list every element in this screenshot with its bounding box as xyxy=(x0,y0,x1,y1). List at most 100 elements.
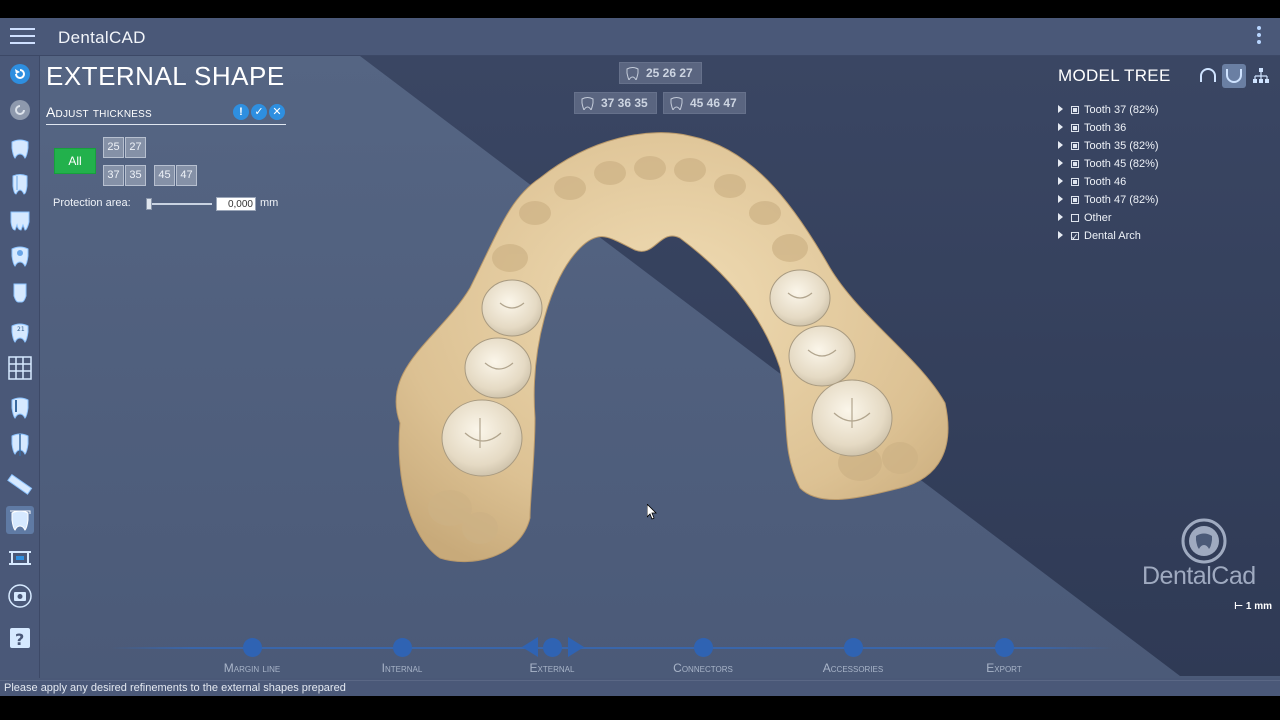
expand-arrow-icon[interactable] xyxy=(1058,159,1063,167)
external-shape-tool-icon[interactable] xyxy=(6,506,34,534)
workflow-track xyxy=(112,647,1112,649)
tooth-library-icon[interactable]: 21 xyxy=(6,318,34,346)
inlay-tool-icon[interactable] xyxy=(6,242,34,270)
protection-area-unit: mm xyxy=(260,197,279,209)
info-icon[interactable]: ! xyxy=(233,104,249,120)
tree-item-label: Tooth 36 xyxy=(1084,122,1127,134)
workflow-step-label[interactable]: Accessories xyxy=(783,661,923,675)
bottom-letterbox xyxy=(0,696,1280,720)
visibility-checkbox[interactable] xyxy=(1071,160,1079,168)
section-tool-icon[interactable] xyxy=(6,430,34,458)
confirm-icon[interactable]: ✓ xyxy=(251,104,267,120)
tree-item[interactable]: Tooth 46 xyxy=(1058,174,1126,190)
tree-item[interactable]: Dental Arch xyxy=(1058,228,1141,245)
screenshot-icon[interactable] xyxy=(6,582,34,610)
crown-tool-icon[interactable] xyxy=(6,134,34,162)
lower-jaw-view-icon[interactable] xyxy=(1222,64,1246,88)
dental-arch-model[interactable] xyxy=(360,118,960,588)
tooth-button-37[interactable]: 37 xyxy=(103,165,124,186)
undo-icon[interactable] xyxy=(6,60,34,88)
workflow-step-dot[interactable] xyxy=(694,638,713,657)
grid-icon[interactable] xyxy=(6,354,34,382)
coping-tool-icon[interactable] xyxy=(6,170,34,198)
tree-item[interactable]: Tooth 45 (82%) xyxy=(1058,156,1159,172)
visibility-checkbox[interactable] xyxy=(1071,124,1079,132)
protection-area-label: Protection area: xyxy=(53,197,131,209)
svg-text:21: 21 xyxy=(17,326,25,333)
tree-item-label: Tooth 37 (82%) xyxy=(1084,104,1159,116)
expand-arrow-icon[interactable] xyxy=(1058,141,1063,149)
tooth-button-47[interactable]: 47 xyxy=(176,165,197,186)
chip-label: 37 36 35 xyxy=(601,96,648,110)
tree-item-label: Tooth 46 xyxy=(1084,176,1127,188)
menu-icon[interactable] xyxy=(10,28,35,46)
upper-jaw-view-icon[interactable] xyxy=(1196,64,1220,88)
visibility-checkbox[interactable] xyxy=(1071,229,1079,245)
expand-arrow-icon[interactable] xyxy=(1058,105,1063,113)
redo-icon[interactable] xyxy=(6,96,34,124)
status-bar: Please apply any desired refinements to … xyxy=(0,680,1280,696)
visibility-checkbox[interactable] xyxy=(1071,214,1079,222)
visibility-checkbox[interactable] xyxy=(1071,106,1079,114)
chip-lower-right-group[interactable]: 45 46 47 xyxy=(663,92,746,114)
workflow-step-label[interactable]: Connectors xyxy=(633,661,773,675)
protection-area-slider[interactable] xyxy=(146,198,212,210)
top-letterbox xyxy=(0,0,1280,18)
hierarchy-view-icon[interactable] xyxy=(1249,64,1273,88)
more-options-icon[interactable] xyxy=(1254,26,1264,48)
expand-arrow-icon[interactable] xyxy=(1058,231,1063,239)
workflow-step-label[interactable]: Margin line xyxy=(182,661,322,675)
dentalcad-window: DentalCAD 21 ? EXTERNAL SHAPE Adjust thi… xyxy=(0,18,1280,696)
workflow-step-dot[interactable] xyxy=(393,638,412,657)
expand-arrow-icon[interactable] xyxy=(1058,177,1063,185)
expand-arrow-icon[interactable] xyxy=(1058,213,1063,221)
workflow-step-dot[interactable] xyxy=(243,638,262,657)
workflow-step-dot-current[interactable] xyxy=(543,638,562,657)
protection-area-input[interactable] xyxy=(216,197,256,211)
tooth-icon xyxy=(581,97,594,110)
expand-arrow-icon[interactable] xyxy=(1058,123,1063,131)
workflow-step-label[interactable]: Export xyxy=(934,661,1074,675)
tree-item[interactable]: Tooth 36 xyxy=(1058,120,1126,136)
workflow-step-dot[interactable] xyxy=(995,638,1014,657)
visibility-checkbox[interactable] xyxy=(1071,196,1079,204)
tree-item-label: Tooth 45 (82%) xyxy=(1084,158,1159,170)
tree-item[interactable]: Other xyxy=(1058,210,1112,226)
tree-item[interactable]: Tooth 37 (82%) xyxy=(1058,102,1159,118)
tooth-button-27[interactable]: 27 xyxy=(125,137,146,158)
anatomy-tool-icon[interactable] xyxy=(6,394,34,422)
tree-item[interactable]: Tooth 47 (82%) xyxy=(1058,192,1159,208)
bridge-tool-icon[interactable] xyxy=(6,206,34,234)
slider-handle[interactable] xyxy=(146,198,152,210)
veneer-tool-icon[interactable] xyxy=(6,278,34,306)
tree-item[interactable]: Tooth 35 (82%) xyxy=(1058,138,1159,154)
model-tree-title: MODEL TREE xyxy=(1058,66,1171,85)
status-message: Please apply any desired refinements to … xyxy=(4,682,346,694)
workflow-step-label[interactable]: External xyxy=(482,661,622,675)
connector-tool-icon[interactable] xyxy=(6,544,34,572)
select-all-button[interactable]: All xyxy=(54,148,96,174)
adjust-thickness-header: Adjust thickness ! ✓ ✕ xyxy=(46,103,286,125)
next-step-icon[interactable] xyxy=(568,637,584,657)
visibility-checkbox[interactable] xyxy=(1071,178,1079,186)
help-icon[interactable]: ? xyxy=(6,624,34,652)
visibility-checkbox[interactable] xyxy=(1071,142,1079,150)
expand-arrow-icon[interactable] xyxy=(1058,195,1063,203)
tooth-button-45[interactable]: 45 xyxy=(154,165,175,186)
tooth-button-25[interactable]: 25 xyxy=(103,137,124,158)
chip-lower-left-group[interactable]: 37 36 35 xyxy=(574,92,657,114)
chip-upper-group[interactable]: 25 26 27 xyxy=(619,62,702,84)
tree-item-label: Tooth 35 (82%) xyxy=(1084,140,1159,152)
tooth-button-35[interactable]: 35 xyxy=(125,165,146,186)
left-toolbar: 21 ? xyxy=(0,56,40,678)
workflow-step-dot[interactable] xyxy=(844,638,863,657)
scale-label: 1 mm xyxy=(1245,601,1273,612)
chip-label: 45 46 47 xyxy=(690,96,737,110)
previous-step-icon[interactable] xyxy=(522,637,538,657)
section-title: Adjust thickness xyxy=(46,104,152,120)
tree-item-label: Dental Arch xyxy=(1084,230,1141,242)
cancel-icon[interactable]: ✕ xyxy=(269,104,285,120)
workflow-step-label[interactable]: Internal xyxy=(332,661,472,675)
chip-label: 25 26 27 xyxy=(646,66,693,80)
ruler-icon[interactable] xyxy=(6,470,34,498)
